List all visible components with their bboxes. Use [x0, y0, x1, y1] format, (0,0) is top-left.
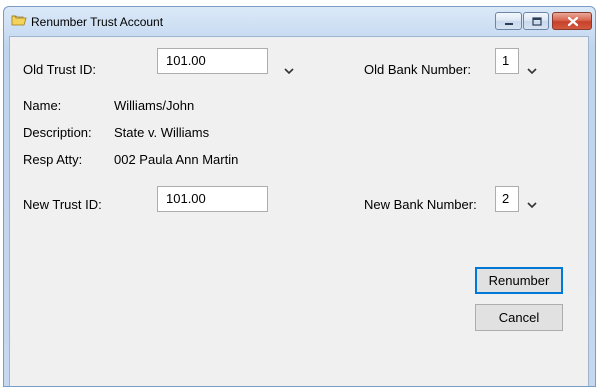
new-bank-number-chevron-down-icon[interactable] [526, 199, 538, 211]
description-value: State v. Williams [114, 125, 210, 140]
new-bank-number-input[interactable]: 2 [495, 186, 519, 212]
old-trust-id-input[interactable]: 101.00 [157, 48, 268, 74]
description-label: Description: [23, 125, 92, 140]
new-trust-id-label: New Trust ID: [23, 197, 102, 212]
old-bank-number-input[interactable]: 1 [495, 48, 519, 74]
close-button[interactable] [552, 12, 592, 30]
minimize-icon [505, 23, 513, 25]
old-trust-id-label: Old Trust ID: [23, 62, 96, 77]
dialog-body: Old Trust ID: 101.00 Old Bank Number: 1 … [9, 36, 589, 386]
renumber-button[interactable]: Renumber [475, 267, 563, 294]
dialog-window: Renumber Trust Account Old Trust ID: 101… [3, 6, 596, 387]
window-title: Renumber Trust Account [31, 15, 164, 29]
maximize-icon [532, 17, 542, 26]
close-icon [567, 16, 579, 27]
resp-atty-value: 002 Paula Ann Martin [114, 152, 239, 167]
old-trust-id-chevron-down-icon[interactable] [283, 65, 295, 77]
minimize-button[interactable] [495, 12, 522, 30]
old-bank-number-label: Old Bank Number: [364, 62, 471, 77]
new-bank-number-label: New Bank Number: [364, 197, 477, 212]
resp-atty-label: Resp Atty: [23, 152, 83, 167]
folder-icon [11, 12, 27, 28]
title-bar[interactable]: Renumber Trust Account [4, 7, 595, 37]
name-value: Williams/John [114, 98, 195, 113]
name-label: Name: [23, 98, 62, 113]
cancel-button[interactable]: Cancel [475, 304, 563, 331]
new-trust-id-input[interactable]: 101.00 [157, 186, 268, 212]
maximize-button[interactable] [523, 12, 549, 30]
old-bank-number-chevron-down-icon[interactable] [526, 65, 538, 77]
